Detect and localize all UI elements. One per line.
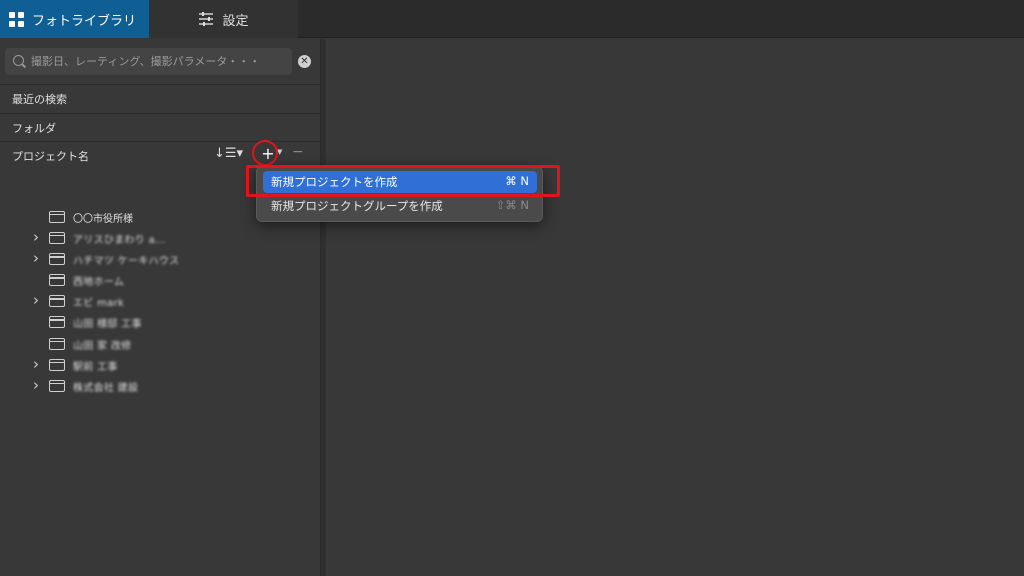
chevron-right-icon[interactable]: › xyxy=(33,228,39,246)
tree-label: 株式会社 建設 xyxy=(73,382,139,394)
tree-row[interactable]: 西地ホーム xyxy=(0,270,320,291)
search-box xyxy=(5,48,292,75)
section-label: プロジェクト名 xyxy=(12,149,89,163)
tree-row[interactable]: 山田 様邸 工事 xyxy=(0,312,320,333)
tree-row[interactable]: › エビ mark xyxy=(0,291,320,312)
tree-row[interactable]: › 株式会社 建設 xyxy=(0,376,320,397)
archive-box-icon xyxy=(49,379,65,392)
search-input[interactable] xyxy=(31,48,287,75)
tab-photo-library[interactable]: フォトライブラリ xyxy=(0,0,149,38)
tab-label: 設定 xyxy=(222,13,249,29)
tree-label: エビ mark xyxy=(73,298,125,310)
tab-label: フォトライブラリ xyxy=(32,13,137,29)
section-label: 最近の検索 xyxy=(12,92,67,106)
archive-box-icon xyxy=(49,253,65,266)
section-label: フォルダ xyxy=(12,121,56,135)
tab-settings[interactable]: 設定 xyxy=(149,0,298,38)
sort-icon[interactable]: ↓☰▾ xyxy=(214,146,243,161)
section-folders[interactable]: フォルダ xyxy=(0,113,320,141)
archive-box-icon xyxy=(49,316,65,329)
archive-box-icon xyxy=(49,295,65,308)
app-window: フォトライブラリ 設定 ✕ 最近の検索 フォルダ xyxy=(0,0,1024,576)
annotation-rectangle xyxy=(246,165,560,197)
chevron-right-icon[interactable]: › xyxy=(33,376,39,394)
chevron-right-icon[interactable]: › xyxy=(33,291,39,309)
sliders-icon xyxy=(199,12,214,26)
tree-row[interactable]: › アリスひまわり a... xyxy=(0,228,320,249)
tree-label: ハチマツ ケーキハウス xyxy=(73,256,180,268)
tree-row[interactable]: › 駅前 工事 xyxy=(0,355,320,376)
archive-box-icon xyxy=(49,358,65,371)
tree-label: 山田 様邸 工事 xyxy=(73,319,142,331)
section-recent-searches[interactable]: 最近の検索 xyxy=(0,84,320,112)
tree-label: 西地ホーム xyxy=(73,277,125,289)
clear-search-button[interactable]: ✕ xyxy=(298,55,311,68)
search-icon xyxy=(13,55,24,66)
annotation-circle xyxy=(252,140,278,166)
tree-row[interactable]: › ハチマツ ケーキハウス xyxy=(0,249,320,270)
menu-item-shortcut: ⇧⌘ N xyxy=(495,198,529,212)
sidebar: ✕ 最近の検索 フォルダ プロジェクト名 ↓☰▾ + ▼ − 〇〇市役所様›アリ… xyxy=(0,39,320,576)
search-row: ✕ xyxy=(5,48,315,75)
tree-row[interactable]: 山田 家 改修 xyxy=(0,334,320,355)
chevron-right-icon[interactable]: › xyxy=(33,355,39,373)
grid-icon xyxy=(9,11,24,27)
tree-label: 駅前 工事 xyxy=(73,361,118,373)
tree-label: 〇〇市役所様 xyxy=(73,214,133,225)
archive-box-icon xyxy=(49,211,65,223)
archive-box-icon xyxy=(49,274,65,287)
menu-item-new-project-group[interactable]: 新規プロジェクトグループを作成 ⇧⌘ N xyxy=(263,195,537,217)
tree-label: 山田 家 改修 xyxy=(73,340,132,352)
project-tree: 〇〇市役所様 › アリスひまわり a... › ハチマツ ケーキハウス 西地ホーム › エビ … xyxy=(0,207,320,397)
archive-box-icon xyxy=(49,232,65,245)
tree-label: アリスひまわり a... xyxy=(73,235,166,247)
archive-box-icon xyxy=(49,337,65,350)
menu-item-label: 新規プロジェクトグループを作成 xyxy=(271,199,443,213)
top-bar: フォトライブラリ 設定 xyxy=(0,0,1024,38)
remove-project-button[interactable]: − xyxy=(292,144,304,160)
main-content xyxy=(326,39,1024,576)
chevron-right-icon[interactable]: › xyxy=(33,249,39,267)
